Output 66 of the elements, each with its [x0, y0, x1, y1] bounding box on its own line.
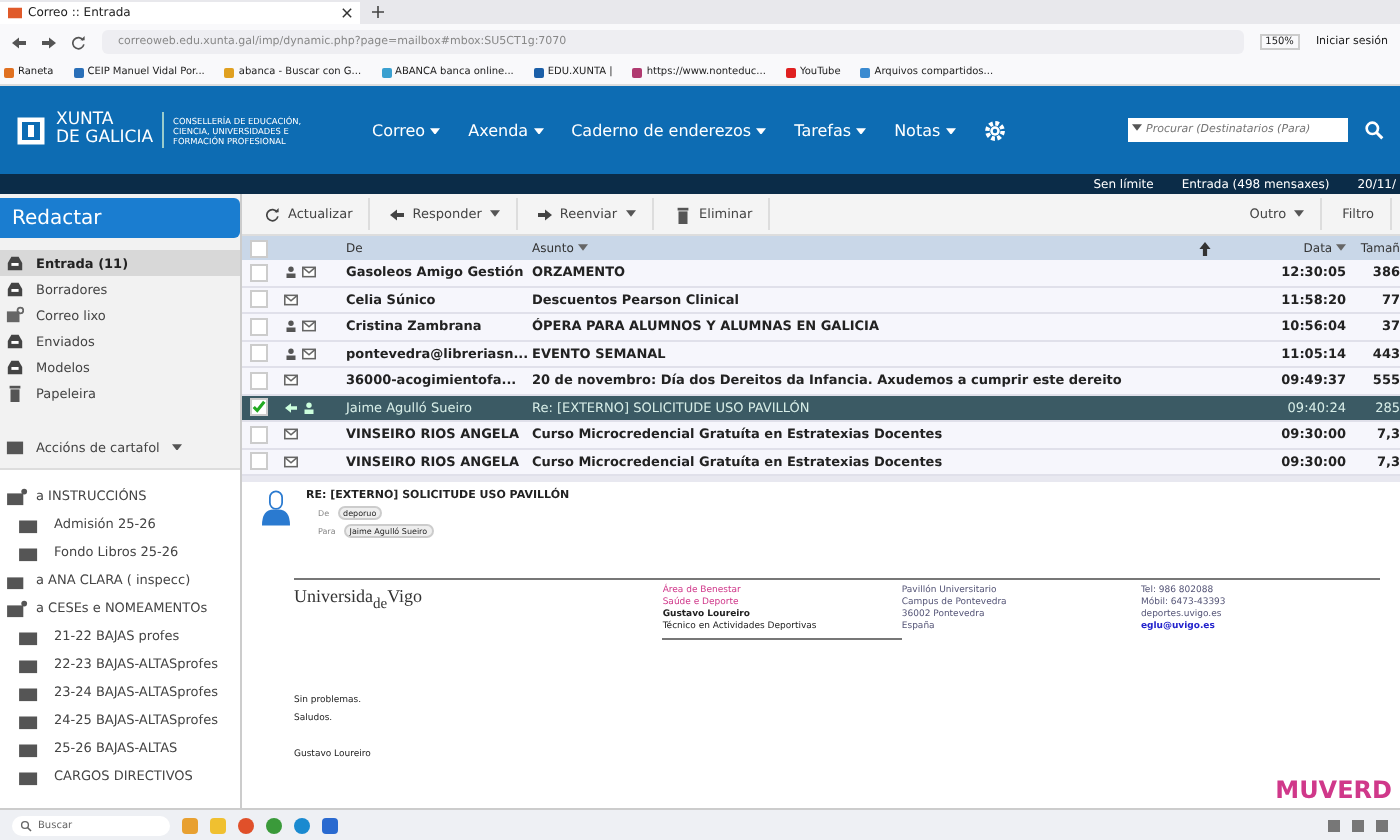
person-icon — [284, 266, 298, 279]
left-arrow-icon — [390, 207, 405, 221]
nav-menu[interactable]: Tarefas — [794, 121, 867, 139]
folder-tree-icon — [6, 599, 28, 617]
tray-icon — [6, 254, 24, 272]
caret-icon — [1132, 124, 1142, 131]
trash-icon — [6, 384, 24, 402]
university-logo: Universida$_{de}$Vigo — [294, 586, 425, 616]
checkbox[interactable] — [250, 290, 268, 309]
reply-arrow-icon — [284, 401, 298, 414]
person-icon — [284, 320, 298, 333]
checkbox[interactable] — [250, 425, 268, 444]
envelope-icon — [302, 266, 316, 279]
caret-icon — [1294, 210, 1305, 218]
caret-icon — [625, 210, 636, 218]
checkbox[interactable] — [250, 317, 268, 336]
caret-icon — [577, 244, 588, 252]
caret-icon — [756, 127, 767, 135]
person-icon — [302, 401, 316, 414]
search-icon[interactable] — [1364, 120, 1384, 140]
checkbox[interactable] — [250, 398, 268, 417]
logo-text: XUNTA DE GALICIA — [56, 112, 164, 148]
envelope-icon — [302, 320, 316, 333]
checkbox[interactable] — [250, 371, 268, 390]
compose-button[interactable]: Redactar — [0, 198, 240, 238]
envelope-icon — [284, 455, 298, 468]
caret-icon — [430, 127, 441, 135]
refresh-icon — [266, 207, 280, 221]
caret-icon — [533, 127, 544, 135]
checkbox[interactable] — [250, 239, 268, 257]
trash-icon — [673, 205, 692, 223]
caret-icon — [489, 210, 500, 218]
envelope-icon — [284, 293, 298, 306]
caret-icon — [171, 443, 182, 451]
checkbox[interactable] — [250, 263, 268, 282]
nav-menu[interactable]: Caderno de enderezos — [571, 121, 767, 139]
app-icon[interactable] — [182, 817, 198, 833]
tray-icon — [6, 332, 24, 350]
new-tab-icon[interactable] — [372, 6, 384, 18]
envelope-icon — [284, 374, 298, 387]
up-arrow-icon — [1198, 241, 1212, 255]
right-arrow-icon — [537, 207, 552, 221]
right-arrow-icon — [42, 35, 56, 49]
caret-icon — [856, 127, 867, 135]
logo-icon — [16, 115, 46, 145]
envelope-icon — [284, 428, 298, 441]
avatar-icon — [262, 490, 290, 526]
checkbox[interactable] — [250, 344, 268, 363]
app-icon[interactable] — [322, 817, 338, 833]
search-icon — [20, 819, 32, 831]
nav-menu[interactable]: Correo — [372, 121, 441, 139]
reload-icon[interactable] — [72, 35, 86, 49]
caret-icon — [1336, 244, 1346, 252]
person-icon — [284, 347, 298, 360]
banner-text: MUVERD — [1275, 776, 1392, 804]
caret-icon — [945, 127, 956, 135]
nav-menu[interactable]: Notas — [894, 121, 956, 139]
left-arrow-icon — [12, 35, 26, 49]
nav-menu[interactable]: Axenda — [468, 121, 544, 139]
close-icon[interactable] — [342, 8, 352, 18]
tray-icon — [6, 358, 24, 376]
envelope-icon — [302, 347, 316, 360]
settings-icon[interactable] — [983, 119, 1006, 141]
folder-tree-icon — [6, 487, 28, 505]
tray-icon — [6, 280, 24, 298]
checkbox[interactable] — [250, 452, 268, 471]
